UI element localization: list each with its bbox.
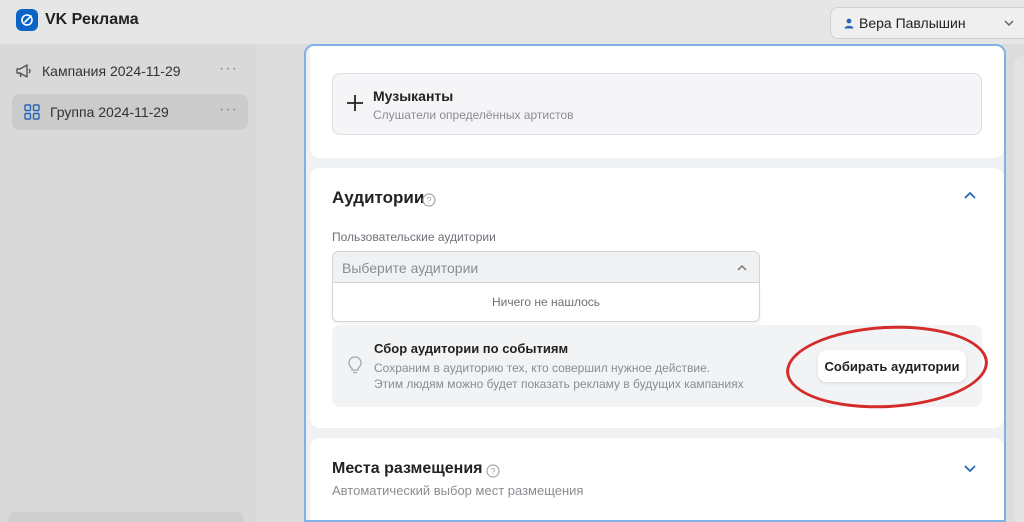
add-musicians-option[interactable]: Музыканты Слушатели определённых артисто… — [332, 73, 982, 135]
megaphone-icon — [14, 61, 34, 81]
event-audience-description-line1: Сохраним в аудиторию тех, кто совершил н… — [374, 361, 711, 375]
audience-select-input[interactable]: Выберите аудитории — [332, 251, 760, 283]
sidebar-item-group[interactable]: Группа 2024-11-29 ··· — [12, 94, 248, 130]
dropdown-empty-message: Ничего не нашлось — [491, 295, 601, 309]
right-side-panel — [1014, 56, 1024, 522]
grid-icon — [22, 102, 42, 122]
svg-text:?: ? — [490, 467, 495, 477]
audience-select-placeholder: Выберите аудитории — [342, 260, 479, 276]
vk-ads-logo-icon — [16, 9, 38, 31]
musicians-subtitle: Слушатели определённых артистов — [373, 108, 574, 122]
collapse-chevron-up-icon[interactable] — [962, 188, 978, 204]
app-title: VK Реклама — [45, 11, 139, 28]
sidebar-bottom-panel — [8, 512, 244, 522]
ad-group-settings-panel: Музыканты Слушатели определённых артисто… — [304, 44, 1006, 522]
help-icon[interactable]: ? — [422, 193, 436, 207]
help-icon[interactable]: ? — [486, 464, 500, 478]
svg-text:?: ? — [426, 196, 431, 206]
sidebar-item-label: Группа 2024-11-29 — [50, 104, 169, 120]
event-audience-title: Сбор аудитории по событиям — [374, 341, 569, 356]
user-name: Вера Павлышин — [859, 15, 966, 31]
more-options-icon[interactable]: ··· — [219, 60, 238, 78]
targeting-card: Музыканты Слушатели определённых артисто… — [310, 46, 1004, 158]
placements-card[interactable]: Места размещения ? Автоматический выбор … — [310, 438, 1004, 520]
top-bar: VK Реклама Вера Павлышин — [0, 0, 1024, 44]
sidebar: Кампания 2024-11-29 ··· Группа 2024-11-2… — [0, 44, 256, 522]
musicians-title: Музыканты — [373, 88, 454, 104]
audience-dropdown: Ничего не нашлось — [332, 283, 760, 322]
placements-subtitle: Автоматический выбор мест размещения — [332, 483, 584, 498]
placements-title: Места размещения — [332, 460, 483, 477]
expand-chevron-down-icon[interactable] — [962, 460, 978, 476]
audiences-title: Аудитории — [332, 188, 425, 207]
chevron-down-icon — [1004, 20, 1014, 27]
plus-icon — [347, 95, 363, 111]
app-logo[interactable]: VK Реклама — [16, 9, 139, 31]
user-account-select[interactable]: Вера Павлышин — [830, 7, 1024, 39]
sidebar-item-campaign[interactable]: Кампания 2024-11-29 ··· — [12, 53, 248, 89]
lightbulb-icon — [348, 356, 362, 374]
event-audience-description-line2: Этим людям можно будет показать рекламу … — [374, 377, 744, 391]
chevron-up-icon — [737, 264, 747, 271]
sidebar-item-label: Кампания 2024-11-29 — [42, 63, 181, 79]
custom-audiences-label: Пользовательские аудитории — [332, 230, 496, 244]
more-options-icon[interactable]: ··· — [219, 101, 238, 119]
user-icon — [844, 18, 854, 29]
